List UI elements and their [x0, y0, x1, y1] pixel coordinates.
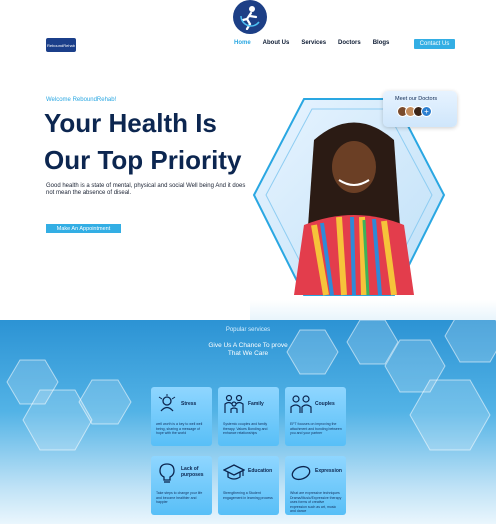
top-logo-icon[interactable]	[233, 0, 267, 34]
services-title: Give Us A Chance To prove That We Care	[0, 342, 496, 358]
welcome-text: Welcome ReboundRehab!	[46, 97, 117, 103]
nav-services[interactable]: Services	[301, 40, 326, 46]
service-card-education[interactable]: Education Strengthening a Student engage…	[218, 456, 279, 515]
make-appointment-button[interactable]: Make An Appointment	[46, 224, 121, 233]
card-description: Take steps to change your life and becom…	[156, 491, 203, 504]
doctor-avatars: +	[397, 106, 432, 117]
nav-blogs[interactable]: Blogs	[373, 40, 390, 46]
hero-description: Good health is a state of mental, physic…	[46, 183, 246, 196]
service-card-expression[interactable]: Expression What are expressive technique…	[285, 456, 346, 515]
service-card-lack-of-purposes[interactable]: Lack of purposes Take steps to change yo…	[151, 456, 212, 515]
card-description: well worth is a key to well well being, …	[156, 422, 203, 435]
add-doctor-button[interactable]: +	[421, 106, 432, 117]
lightbulb-icon	[159, 463, 175, 483]
meet-doctors-label: Meet our Doctors	[395, 96, 438, 102]
hero-title-line-2: Our Top Priority	[44, 145, 242, 175]
graduation-cap-icon	[223, 464, 245, 480]
family-icon	[224, 394, 244, 413]
couples-icon	[290, 395, 312, 413]
card-title: Stress	[181, 401, 197, 407]
services-eyebrow: Popular services	[225, 327, 271, 333]
card-title: Lack of purposes	[181, 466, 204, 478]
expression-icon	[291, 465, 311, 481]
service-card-stress[interactable]: Stress well worth is a key to well well …	[151, 387, 212, 446]
brand-logo[interactable]: ReboundRehab	[46, 38, 76, 52]
service-card-family[interactable]: Family Systemic couples and family thera…	[218, 387, 279, 446]
services-title-text: Give Us A Chance To prove That We Care	[208, 342, 288, 357]
card-title: Education	[248, 468, 273, 474]
card-title: Family	[248, 401, 264, 407]
card-description: Strengthening a Student engagement in le…	[223, 491, 273, 500]
runner-icon	[240, 6, 260, 30]
card-description: Systemic couples and family therapy. Val…	[223, 422, 268, 435]
stress-icon	[158, 394, 176, 412]
hero-title-line-1: Your Health Is	[44, 108, 217, 138]
card-description: EFT focuses on improving the attachment …	[290, 422, 342, 435]
main-nav: Home About Us Services Doctors Blogs	[234, 40, 389, 46]
nav-doctors[interactable]: Doctors	[338, 40, 361, 46]
service-card-couples[interactable]: Couples EFT focuses on improving the att…	[285, 387, 346, 446]
brand-text: ReboundRehab	[46, 42, 76, 48]
meet-doctors-card[interactable]: Meet our Doctors +	[383, 91, 457, 127]
hero-title: Your Health Is Our Top Priority	[44, 105, 274, 179]
card-description: What are expressive techniques Drama/Mus…	[290, 491, 342, 513]
contact-us-button[interactable]: Contact Us	[414, 39, 455, 49]
nav-about[interactable]: About Us	[263, 40, 290, 46]
card-title: Expression	[315, 468, 342, 474]
card-title: Couples	[315, 401, 335, 407]
nav-home[interactable]: Home	[234, 40, 251, 46]
